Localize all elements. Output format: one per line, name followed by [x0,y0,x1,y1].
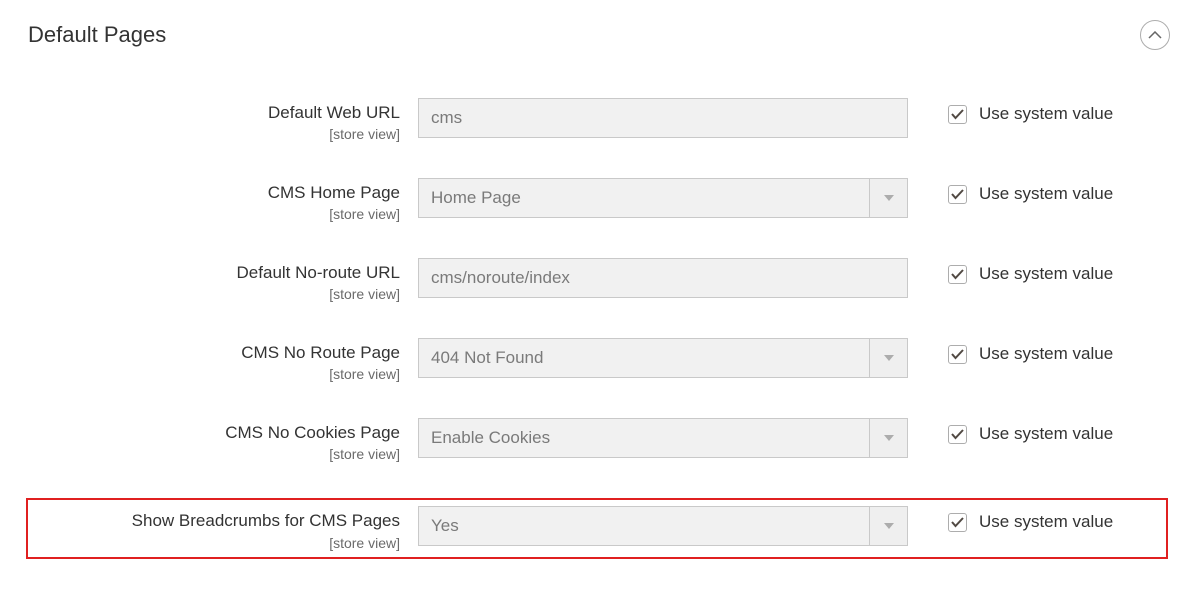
checkbox-icon [948,265,967,284]
field-row-cms-no-route-page: CMS No Route Page [store view] 404 Not Fou… [28,338,1170,382]
settings-section: Default Pages Default Web URL [store view… [0,0,1200,589]
use-system-value-col: Use system value [908,506,1164,533]
select-value: Home Page [419,179,869,217]
control-col: Yes [418,506,908,546]
cms-no-cookies-page-select[interactable]: Enable Cookies [418,418,908,458]
field-row-cms-home-page: CMS Home Page [store view] Home Page Use sy… [28,178,1170,222]
show-breadcrumbs-select[interactable]: Yes [418,506,908,546]
select-value: 404 Not Found [419,339,869,377]
chevron-up-icon [1148,31,1162,39]
use-system-value-toggle[interactable]: Use system value [948,264,1113,284]
field-row-cms-no-cookies-page: CMS No Cookies Page [store view] Enable Co… [28,418,1170,462]
use-system-value-toggle[interactable]: Use system value [948,184,1113,204]
default-noroute-url-input[interactable] [418,258,908,298]
checkbox-icon [948,345,967,364]
section-title: Default Pages [28,22,166,48]
section-header: Default Pages [28,20,1170,50]
chevron-down-icon [869,339,907,377]
cms-no-route-page-select[interactable]: 404 Not Found [418,338,908,378]
field-row-default-noroute-url: Default No-route URL [store view] Use syst… [28,258,1170,302]
control-col [418,98,908,138]
chevron-down-icon [869,179,907,217]
field-label: CMS No Cookies Page [28,422,400,444]
checkbox-icon [948,105,967,124]
field-scope: [store view] [28,286,400,302]
use-system-value-label: Use system value [979,344,1113,364]
label-col: CMS Home Page [store view] [28,178,418,222]
label-col: Default No-route URL [store view] [28,258,418,302]
label-col: CMS No Route Page [store view] [28,338,418,382]
chevron-down-icon [869,419,907,457]
checkbox-icon [948,185,967,204]
use-system-value-toggle[interactable]: Use system value [948,512,1113,532]
use-system-value-label: Use system value [979,104,1113,124]
field-scope: [store view] [28,126,400,142]
use-system-value-label: Use system value [979,512,1113,532]
chevron-down-icon [869,507,907,545]
use-system-value-col: Use system value [908,258,1170,285]
checkbox-icon [948,425,967,444]
field-label: CMS No Route Page [28,342,400,364]
use-system-value-label: Use system value [979,264,1113,284]
control-col: 404 Not Found [418,338,908,378]
field-label: Default No-route URL [28,262,400,284]
select-value: Yes [419,507,869,545]
use-system-value-label: Use system value [979,184,1113,204]
select-value: Enable Cookies [419,419,869,457]
use-system-value-toggle[interactable]: Use system value [948,104,1113,124]
use-system-value-toggle[interactable]: Use system value [948,424,1113,444]
label-col: Default Web URL [store view] [28,98,418,142]
field-label: Default Web URL [28,102,400,124]
use-system-value-col: Use system value [908,178,1170,205]
use-system-value-col: Use system value [908,418,1170,445]
label-col: Show Breadcrumbs for CMS Pages [store vie… [28,506,418,550]
use-system-value-label: Use system value [979,424,1113,444]
cms-home-page-select[interactable]: Home Page [418,178,908,218]
control-col: Enable Cookies [418,418,908,458]
use-system-value-toggle[interactable]: Use system value [948,344,1113,364]
field-label: Show Breadcrumbs for CMS Pages [28,510,400,532]
label-col: CMS No Cookies Page [store view] [28,418,418,462]
field-row-default-web-url: Default Web URL [store view] Use system va… [28,98,1170,142]
field-scope: [store view] [28,446,400,462]
control-col: Home Page [418,178,908,218]
default-web-url-input[interactable] [418,98,908,138]
control-col [418,258,908,298]
field-scope: [store view] [28,206,400,222]
field-scope: [store view] [28,535,400,551]
use-system-value-col: Use system value [908,338,1170,365]
collapse-toggle[interactable] [1140,20,1170,50]
use-system-value-col: Use system value [908,98,1170,125]
field-rows: Default Web URL [store view] Use system va… [28,98,1170,559]
field-scope: [store view] [28,366,400,382]
field-row-show-breadcrumbs: Show Breadcrumbs for CMS Pages [store vie… [26,498,1168,558]
checkbox-icon [948,513,967,532]
field-label: CMS Home Page [28,182,400,204]
